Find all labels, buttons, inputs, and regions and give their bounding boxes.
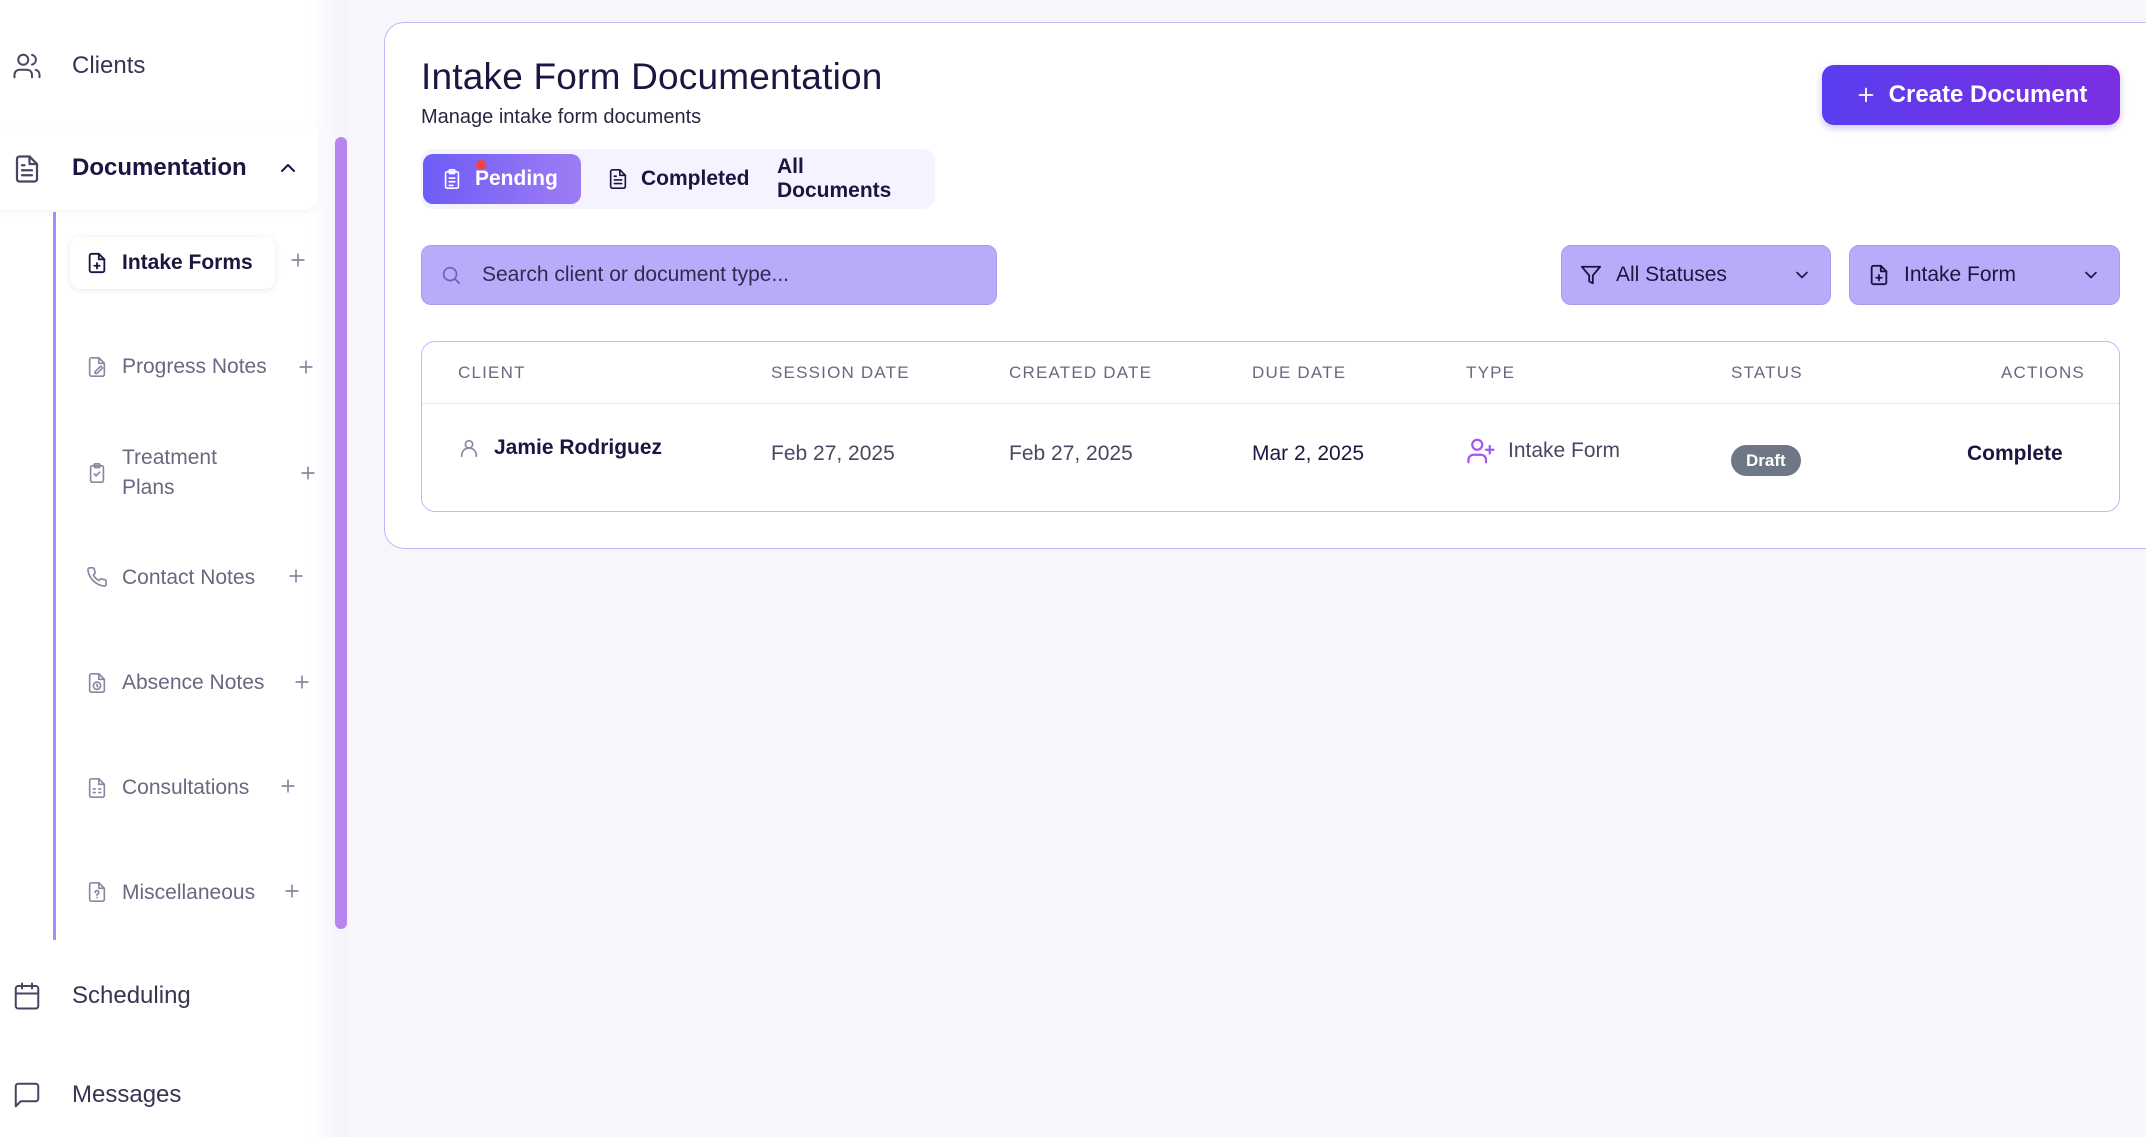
- add-absence-note-icon[interactable]: [292, 672, 312, 692]
- filter-icon: [1580, 264, 1602, 286]
- created-date-cell: Feb 27, 2025: [1009, 442, 1133, 465]
- create-document-button[interactable]: Create Document: [1822, 65, 2120, 125]
- tab-all-documents[interactable]: All Documents: [759, 154, 933, 204]
- sidebar-item-label: Miscellaneous: [122, 881, 256, 904]
- sidebar-item-label: Treatment Plans: [122, 446, 217, 499]
- phone-icon: [86, 566, 108, 588]
- nav-item-scheduling-label: Scheduling: [72, 982, 191, 1009]
- clipboard-icon: [86, 462, 108, 484]
- sidebar-item-treatment-plans[interactable]: Treatment Plans: [70, 443, 320, 503]
- submenu-guide-line: [53, 212, 56, 940]
- status-filter-select[interactable]: All Statuses: [1561, 245, 1831, 305]
- page-title: Intake Form Documentation: [421, 56, 883, 97]
- type-filter-select[interactable]: Intake Form: [1849, 245, 2120, 305]
- file-question-icon: [86, 881, 108, 903]
- search-box[interactable]: [421, 245, 997, 305]
- sidebar-item-absence-notes[interactable]: Absence Notes: [70, 668, 320, 698]
- type-cell: Intake Form: [1466, 436, 1620, 466]
- calendar-icon: [12, 981, 42, 1011]
- tab-pending-label: Pending: [475, 167, 558, 190]
- add-consultation-icon[interactable]: [278, 776, 298, 796]
- user-plus-icon: [1466, 436, 1496, 466]
- file-plus-icon: [1868, 264, 1890, 286]
- sidebar-item-label: Absence Notes: [122, 671, 265, 694]
- status-badge: Draft: [1731, 445, 1801, 476]
- table-header: CLIENT SESSION DATE CREATED DATE DUE DAT…: [422, 342, 2119, 404]
- search-icon: [440, 264, 462, 286]
- table-row[interactable]: Jamie Rodriguez Feb 27, 2025 Feb 27, 202…: [422, 404, 2119, 511]
- nav-item-messages[interactable]: Messages: [0, 1074, 320, 1116]
- nav-item-clients[interactable]: Clients: [0, 45, 320, 87]
- message-square-icon: [12, 1080, 42, 1110]
- sidebar-item-miscellaneous[interactable]: Miscellaneous: [70, 878, 320, 908]
- file-text-icon: [12, 154, 42, 184]
- nav-item-clients-label: Clients: [72, 52, 146, 79]
- column-header-created-date: CREATED DATE: [1009, 363, 1153, 382]
- due-date-cell: Mar 2, 2025: [1252, 442, 1365, 465]
- notification-dot: [476, 160, 486, 170]
- column-header-due-date: DUE DATE: [1252, 363, 1347, 382]
- sidebar-item-contact-notes[interactable]: Contact Notes: [70, 563, 320, 593]
- clipboard-list-icon: [441, 168, 463, 190]
- column-header-type: TYPE: [1466, 363, 1516, 382]
- add-contact-note-icon[interactable]: [286, 566, 306, 586]
- page-subtitle: Manage intake form documents: [421, 106, 702, 128]
- nav-item-scheduling[interactable]: Scheduling: [0, 975, 320, 1017]
- user-icon: [458, 437, 480, 459]
- sidebar-item-label: Contact Notes: [122, 566, 256, 589]
- column-header-actions: ACTIONS: [2001, 363, 2085, 382]
- column-header-client: CLIENT: [458, 363, 526, 382]
- tab-all-documents-label: All Documents: [777, 155, 892, 202]
- column-header-session-date: SESSION DATE: [771, 363, 910, 382]
- complete-button[interactable]: Complete: [1967, 442, 2063, 466]
- tab-completed[interactable]: Completed: [589, 154, 757, 204]
- add-treatment-plan-icon[interactable]: [298, 463, 318, 483]
- document-tabs: Pending Completed All Documents: [421, 149, 935, 209]
- file-spreadsheet-icon: [86, 777, 108, 799]
- status-filter-value: All Statuses: [1616, 263, 1727, 286]
- plus-icon: [1855, 84, 1877, 106]
- sidebar-scrollbar[interactable]: [335, 137, 347, 929]
- nav-item-messages-label: Messages: [72, 1081, 182, 1108]
- session-date-cell: Feb 27, 2025: [771, 442, 895, 465]
- file-edit-icon: [86, 356, 108, 378]
- client-cell: Jamie Rodriguez: [458, 436, 662, 460]
- sidebar-item-label: Consultations: [122, 776, 250, 799]
- client-name[interactable]: Jamie Rodriguez: [494, 436, 662, 460]
- file-clock-icon: [86, 672, 108, 694]
- add-miscellaneous-icon[interactable]: [282, 881, 302, 901]
- type-filter-value: Intake Form: [1904, 263, 2017, 286]
- nav-item-documentation-label: Documentation: [72, 154, 247, 181]
- sidebar-item-consultations[interactable]: Consultations: [70, 773, 320, 803]
- column-header-status: STATUS: [1731, 363, 1803, 382]
- users-icon: [12, 51, 42, 81]
- nav-item-documentation[interactable]: Documentation: [0, 130, 318, 210]
- sidebar-item-label: Progress Notes: [122, 355, 267, 378]
- add-intake-form-icon[interactable]: [288, 250, 308, 270]
- sidebar: Clients Documentation Intake Forms Progr…: [0, 0, 348, 1137]
- file-text-icon: [607, 168, 629, 190]
- documents-table: CLIENT SESSION DATE CREATED DATE DUE DAT…: [421, 341, 2120, 512]
- chevron-down-icon: [1792, 265, 1812, 285]
- chevron-up-icon[interactable]: [276, 156, 300, 180]
- search-input[interactable]: [482, 246, 982, 304]
- create-document-label: Create Document: [1888, 81, 2088, 108]
- chevron-down-icon: [2081, 265, 2101, 285]
- type-label: Intake Form: [1508, 439, 1621, 462]
- tab-completed-label: Completed: [641, 167, 750, 190]
- tab-pending[interactable]: Pending: [423, 154, 581, 204]
- sidebar-item-progress-notes[interactable]: Progress Notes: [70, 352, 320, 382]
- add-progress-note-icon[interactable]: [296, 357, 316, 377]
